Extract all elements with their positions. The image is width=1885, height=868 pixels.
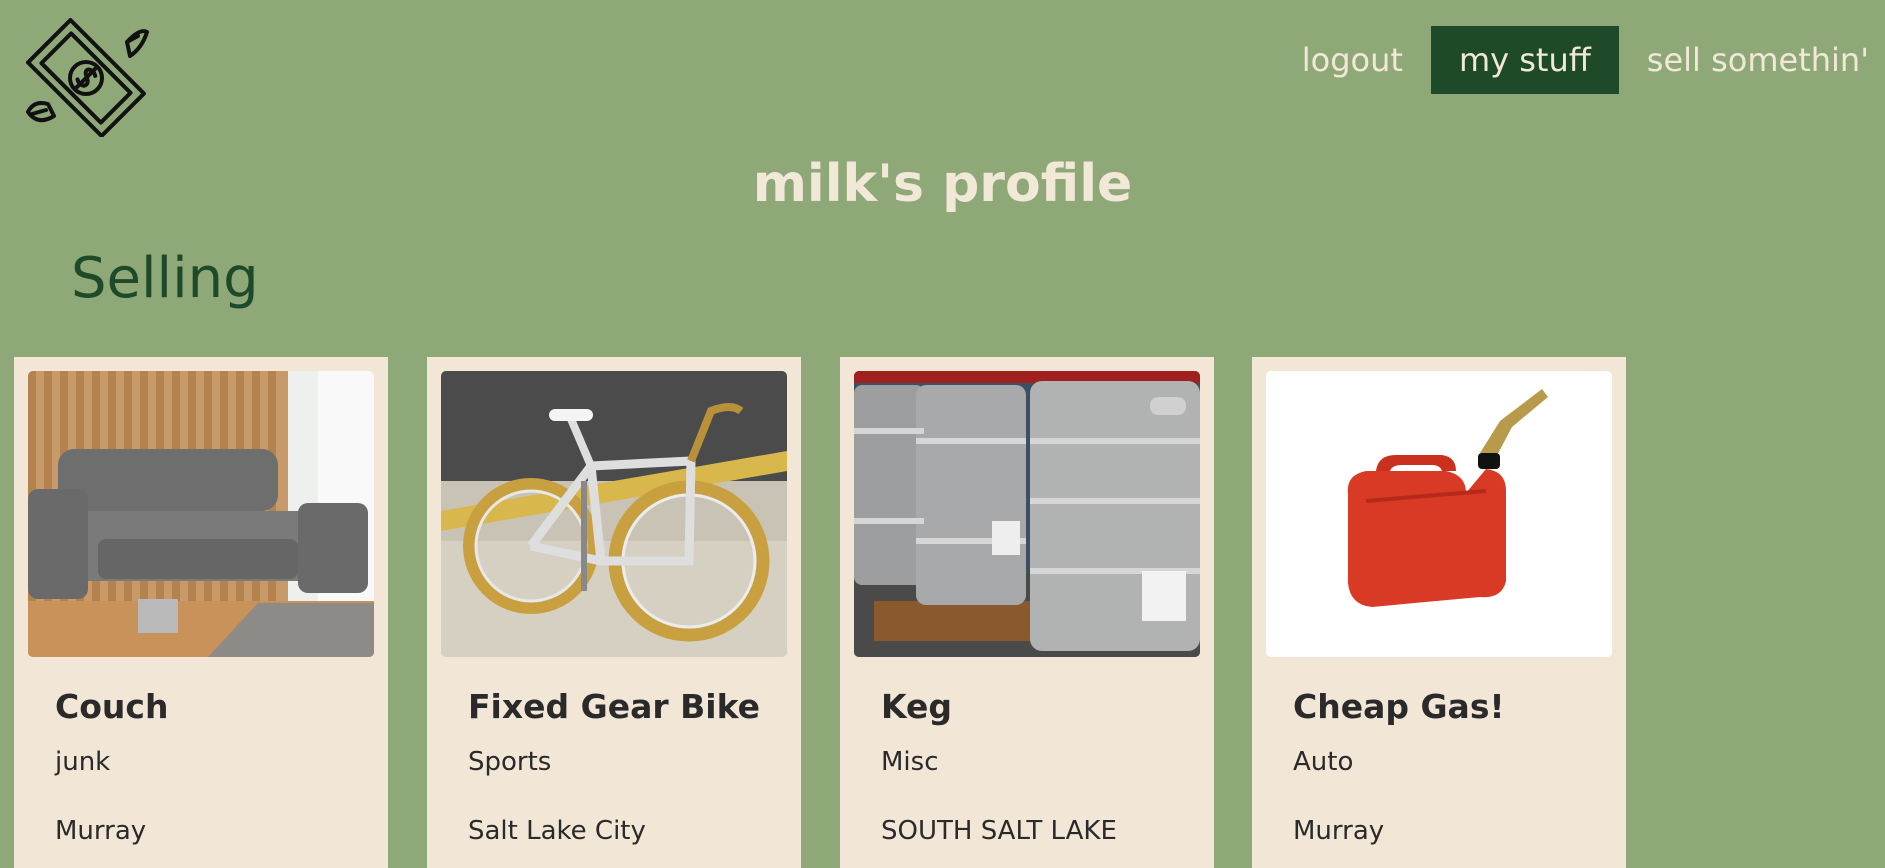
item-card-keg[interactable]: Keg Misc SOUTH SALT LAKE [840, 357, 1214, 868]
couch-photo[interactable] [28, 371, 374, 657]
item-category: junk [55, 747, 111, 777]
item-location: Murray [1293, 816, 1385, 846]
my-stuff-link[interactable]: my stuff [1430, 26, 1619, 94]
item-category: Sports [468, 747, 552, 777]
gas-can-photo[interactable] [1266, 371, 1612, 657]
item-category: Auto [1293, 747, 1354, 777]
bike-photo[interactable] [441, 371, 787, 657]
keg-photo[interactable] [854, 371, 1200, 657]
item-title[interactable]: Fixed Gear Bike [468, 687, 760, 726]
item-title[interactable]: Cheap Gas! [1293, 687, 1505, 726]
item-location: SOUTH SALT LAKE [881, 816, 1117, 846]
item-card-cheap-gas[interactable]: Cheap Gas! Auto Murray [1252, 357, 1626, 868]
sell-something-link[interactable]: sell somethin' [1619, 26, 1869, 94]
item-card-fixed-gear-bike[interactable]: Fixed Gear Bike Sports Salt Lake City [427, 357, 801, 868]
logout-link[interactable]: logout [1274, 26, 1431, 94]
item-card-couch[interactable]: Couch junk Murray [14, 357, 388, 868]
flying-money-icon[interactable] [22, 12, 152, 138]
page-title: milk's profile [752, 154, 1133, 214]
item-title[interactable]: Keg [881, 687, 952, 726]
item-title[interactable]: Couch [55, 687, 168, 726]
profile-page: logout my stuff sell somethin' milk's pr… [0, 0, 1885, 868]
item-location: Salt Lake City [468, 816, 646, 846]
item-location: Murray [55, 816, 147, 846]
top-nav: logout my stuff sell somethin' [1274, 26, 1869, 94]
item-category: Misc [881, 747, 939, 777]
selling-heading: Selling [71, 246, 259, 311]
